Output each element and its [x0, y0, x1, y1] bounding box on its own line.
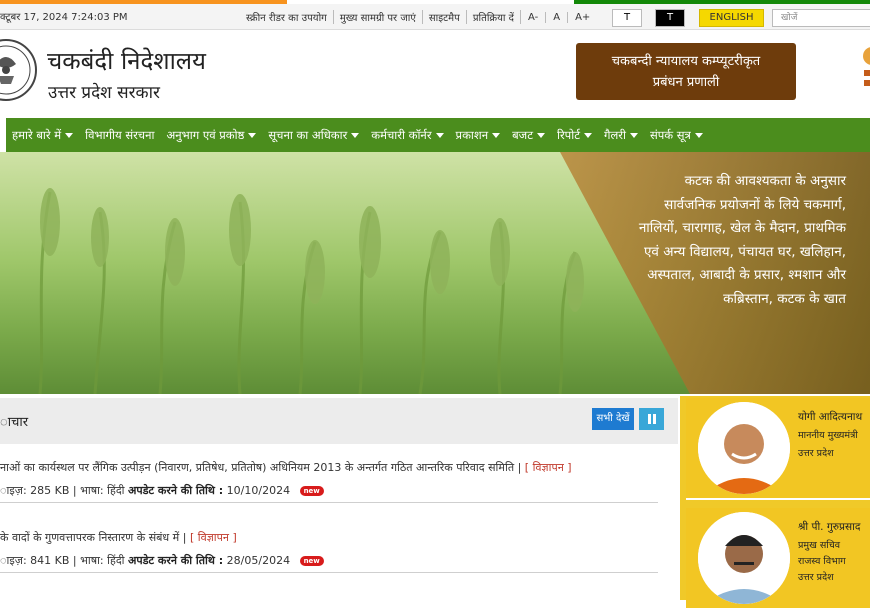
news-title-link[interactable]: नाओं का कार्यस्थल पर लैंगिक उत्पीड़न (नि…: [0, 461, 521, 474]
date-time: क्टूबर 17, 2024 7:24:03 PM: [0, 12, 128, 23]
nav-budget[interactable]: बजट: [506, 128, 551, 143]
dark-theme-button[interactable]: T: [655, 9, 685, 27]
officials-sidebar: योगी आदित्यनाथ माननीय मुख्यमंत्री उत्तर …: [680, 396, 870, 610]
language-value: हिंदी: [107, 484, 125, 497]
language-label: भाषा:: [80, 484, 104, 497]
nav-publications[interactable]: प्रकाशन: [450, 128, 507, 143]
news-header: ाचार सभी देखें: [0, 398, 678, 444]
language-button[interactable]: ENGLISH: [699, 9, 764, 27]
hero-banner: कटक की आवश्यकता के अनुसार सार्वजनिक प्रय…: [0, 152, 870, 394]
update-date-label: अपडेट करने की तिथि :: [128, 484, 224, 497]
nav-departmental-structure[interactable]: विभागीय संरचना: [79, 128, 160, 143]
news-divider: [0, 572, 658, 573]
person-photo-icon: [698, 512, 790, 604]
official-designation: प्रमुख सचिव: [798, 540, 841, 551]
new-badge-icon: new: [299, 556, 324, 566]
site-title: चकबंदी निदेशालय: [47, 47, 206, 75]
official-department: राजस्व विभाग: [798, 556, 846, 567]
update-date-label: अपडेट करने की तिथि :: [128, 554, 224, 567]
file-size: 285 KB: [30, 484, 70, 497]
court-button-line2: प्रबंधन प्रणाली: [652, 75, 720, 90]
news-heading: ाचार: [0, 415, 29, 430]
search-input[interactable]: खोजें: [772, 9, 870, 27]
official-designation: माननीय मुख्यमंत्री: [798, 430, 858, 441]
court-button-line1: चकबन्दी न्यायालय कम्प्यूटरीकृत: [611, 54, 761, 69]
site-header: चकबंदी निदेशालय उत्तर प्रदेश सरकार चकबन्…: [0, 30, 870, 118]
nav-reports[interactable]: रिपोर्ट: [551, 128, 598, 143]
file-size-label: ाइज़:: [0, 554, 27, 567]
nav-gallery[interactable]: गैलरी: [598, 128, 644, 143]
news-item: नाओं का कार्यस्थल पर लैंगिक उत्पीड़न (नि…: [0, 461, 572, 497]
font-decrease-button[interactable]: A-: [521, 11, 547, 23]
official-card-cm: योगी आदित्यनाथ माननीय मुख्यमंत्री उत्तर …: [686, 398, 870, 500]
official-name: श्री पी. गुरुप्रसाद: [798, 521, 861, 533]
chevron-down-icon: [629, 132, 638, 138]
up-government-emblem-icon: [0, 39, 37, 101]
banner-caption: कटक की आवश्यकता के अनुसार सार्वजनिक प्रय…: [638, 173, 846, 307]
new-badge-icon: new: [299, 486, 324, 496]
chevron-down-icon: [694, 132, 703, 138]
news-divider: [0, 502, 658, 503]
chevron-down-icon: [584, 132, 592, 138]
avatar: [698, 512, 790, 604]
file-size: 841 KB: [30, 554, 70, 567]
chevron-down-icon: [492, 132, 501, 138]
language-label: भाषा:: [80, 554, 104, 567]
advertisement-tag[interactable]: [ विज्ञापन ]: [525, 461, 572, 474]
update-date: 28/05/2024: [226, 554, 291, 567]
top-utility-bar: क्टूबर 17, 2024 7:24:03 PM स्क्रीन रीडर …: [0, 4, 870, 30]
nav-contact[interactable]: संपर्क सूत्र: [644, 128, 709, 143]
language-value: हिंदी: [107, 554, 125, 567]
site-subtitle: उत्तर प्रदेश सरकार: [48, 83, 160, 103]
file-size-label: ाइज़:: [0, 484, 27, 497]
nav-about-us[interactable]: हमारे बारे में: [6, 128, 79, 143]
nav-rti[interactable]: सूचना का अधिकार: [262, 128, 365, 143]
partner-logo-icon: [863, 47, 870, 86]
utility-links: स्क्रीन रीडर का उपयोग मुख्य सामग्री पर ज…: [240, 4, 597, 30]
font-normal-button[interactable]: A: [546, 11, 569, 23]
chevron-down-icon: [248, 132, 257, 138]
feedback-link[interactable]: प्रतिक्रिया दें: [467, 10, 521, 24]
court-management-system-button[interactable]: चकबन्दी न्यायालय कम्प्यूटरीकृत प्रबंधन प…: [576, 43, 796, 100]
light-theme-button[interactable]: T: [612, 9, 642, 27]
font-increase-button[interactable]: A+: [568, 12, 597, 23]
avatar: [698, 402, 790, 494]
news-title-link[interactable]: के वादों के गुणवत्तापरक निस्तारण के संबं…: [0, 531, 186, 544]
screen-reader-link[interactable]: स्क्रीन रीडर का उपयोग: [240, 10, 334, 24]
sitemap-link[interactable]: साइटमैप: [423, 10, 467, 24]
nav-employee-corner[interactable]: कर्मचारी कॉर्नर: [365, 128, 449, 143]
chevron-down-icon: [537, 132, 545, 138]
skip-to-content-link[interactable]: मुख्य सामग्री पर जाएं: [334, 10, 423, 24]
advertisement-tag[interactable]: [ विज्ञापन ]: [190, 531, 237, 544]
news-item: के वादों के गुणवत्तापरक निस्तारण के संबं…: [0, 530, 660, 568]
update-date: 10/10/2024: [226, 484, 291, 497]
official-card-secretary: श्री पी. गुरुप्रसाद प्रमुख सचिव राजस्व व…: [686, 508, 870, 610]
nav-sections-cells[interactable]: अनुभाग एवं प्रकोष्ठ: [160, 128, 262, 143]
chevron-down-icon: [435, 132, 444, 138]
official-name: योगी आदित्यनाथ: [798, 411, 863, 423]
official-state: उत्तर प्रदेश: [798, 448, 834, 459]
pause-icon[interactable]: [639, 408, 664, 430]
official-state: उत्तर प्रदेश: [798, 572, 834, 583]
main-navigation: हमारे बारे में विभागीय संरचना अनुभाग एवं…: [0, 118, 870, 152]
person-photo-icon: [698, 402, 790, 494]
chevron-down-icon: [351, 132, 360, 138]
see-all-button[interactable]: सभी देखें: [592, 408, 634, 430]
chevron-down-icon: [65, 132, 74, 138]
